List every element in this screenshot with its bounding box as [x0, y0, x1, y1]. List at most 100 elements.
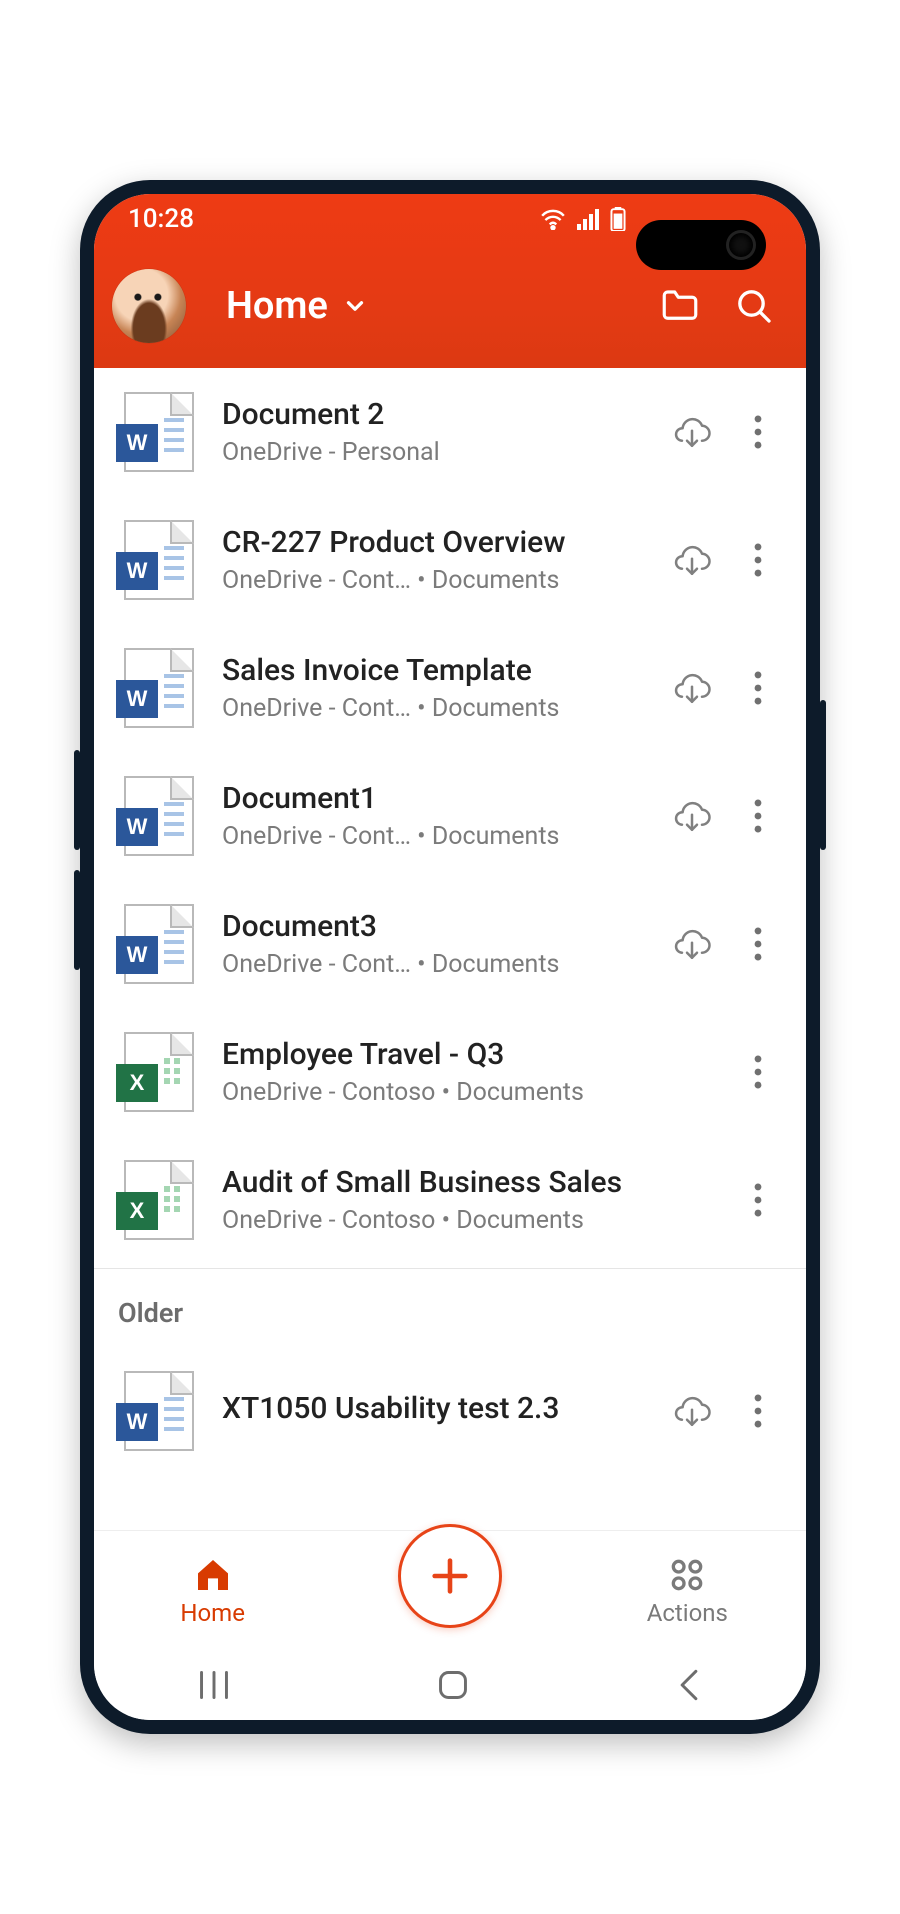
file-type-icon: X	[124, 1160, 194, 1240]
file-location: OneDrive - Cont… • Documents	[222, 694, 644, 723]
volume-up-button[interactable]	[74, 750, 80, 850]
older-files-list: W XT1050 Usability test 2.3	[94, 1347, 806, 1475]
chevron-down-icon	[342, 293, 368, 319]
file-text: Document1 OneDrive - Cont… • Documents	[222, 781, 644, 851]
file-item[interactable]: W XT1050 Usability test 2.3	[94, 1347, 806, 1475]
screen: 10:28 Home	[94, 194, 806, 1720]
file-name: Document1	[222, 781, 644, 816]
recents-icon	[197, 1670, 231, 1700]
excel-icon: X	[116, 1064, 158, 1102]
home-button[interactable]	[436, 1668, 470, 1702]
file-location: OneDrive - Cont… • Documents	[222, 566, 644, 595]
signal-icon	[576, 208, 600, 230]
file-location: OneDrive - Contoso • Documents	[222, 1206, 710, 1235]
file-name: Document 2	[222, 397, 644, 432]
camera-lens	[726, 230, 756, 260]
home-system-icon	[436, 1668, 470, 1702]
power-button[interactable]	[820, 700, 826, 850]
file-type-icon: W	[124, 776, 194, 856]
file-text: Document 2 OneDrive - Personal	[222, 397, 644, 467]
avatar[interactable]	[112, 269, 186, 343]
more-options-button[interactable]	[738, 1052, 778, 1092]
more-options-button[interactable]	[738, 924, 778, 964]
download-cloud-button[interactable]	[672, 412, 712, 452]
file-type-icon: W	[124, 520, 194, 600]
search-icon	[734, 286, 774, 326]
file-location: OneDrive - Cont… • Documents	[222, 822, 644, 851]
file-type-icon: W	[124, 1371, 194, 1451]
download-cloud-button[interactable]	[672, 668, 712, 708]
more-options-button[interactable]	[738, 1391, 778, 1431]
nav-actions[interactable]: Actions	[569, 1555, 806, 1627]
word-icon: W	[116, 936, 158, 974]
file-text: CR-227 Product Overview OneDrive - Cont… …	[222, 525, 644, 595]
file-item[interactable]: W CR-227 Product Overview OneDrive - Cont……	[94, 496, 806, 624]
file-name: Audit of Small Business Sales	[222, 1165, 710, 1200]
nav-home[interactable]: Home	[94, 1555, 331, 1627]
home-icon	[193, 1555, 233, 1595]
fab-create[interactable]	[398, 1524, 502, 1628]
word-icon: W	[116, 1403, 158, 1441]
search-button[interactable]	[732, 284, 776, 328]
file-name: CR-227 Product Overview	[222, 525, 644, 560]
plus-icon	[427, 1553, 473, 1599]
word-icon: W	[116, 808, 158, 846]
file-name: Sales Invoice Template	[222, 653, 644, 688]
download-cloud-button[interactable]	[672, 540, 712, 580]
file-type-icon: W	[124, 392, 194, 472]
status-time: 10:28	[128, 204, 194, 234]
download-cloud-button[interactable]	[672, 1391, 712, 1431]
file-location: OneDrive - Personal	[222, 438, 644, 467]
recents-button[interactable]	[197, 1670, 231, 1700]
file-text: Document3 OneDrive - Cont… • Documents	[222, 909, 644, 979]
file-text: Audit of Small Business Sales OneDrive - …	[222, 1165, 710, 1235]
actions-icon	[667, 1555, 707, 1595]
file-location: OneDrive - Cont… • Documents	[222, 950, 644, 979]
back-icon	[675, 1669, 703, 1701]
file-name: XT1050 Usability test 2.3	[222, 1391, 644, 1426]
file-name: Employee Travel - Q3	[222, 1037, 710, 1072]
content-area: W Document 2 OneDrive - Personal W CR-227 Pr…	[94, 368, 806, 1530]
header-title: Home	[226, 284, 328, 328]
more-options-button[interactable]	[738, 540, 778, 580]
word-icon: W	[116, 680, 158, 718]
word-icon: W	[116, 424, 158, 462]
download-cloud-button[interactable]	[672, 924, 712, 964]
nav-actions-label: Actions	[647, 1599, 728, 1627]
status-icons	[540, 207, 626, 231]
more-options-button[interactable]	[738, 796, 778, 836]
bottom-nav: Home Actions	[94, 1530, 806, 1650]
file-name: Document3	[222, 909, 644, 944]
word-icon: W	[116, 552, 158, 590]
header-title-dropdown[interactable]: Home	[226, 284, 638, 328]
system-nav-bar	[94, 1650, 806, 1720]
battery-icon	[610, 207, 626, 231]
recent-files-list: W Document 2 OneDrive - Personal W CR-227 Pr…	[94, 368, 806, 1264]
wifi-icon	[540, 208, 566, 230]
folder-button[interactable]	[658, 284, 702, 328]
camera-cutout	[636, 220, 766, 270]
file-item[interactable]: W Sales Invoice Template OneDrive - Cont… …	[94, 624, 806, 752]
section-older-label: Older	[94, 1268, 806, 1347]
file-text: XT1050 Usability test 2.3	[222, 1391, 644, 1432]
file-type-icon: W	[124, 648, 194, 728]
file-item[interactable]: W Document3 OneDrive - Cont… • Documents	[94, 880, 806, 1008]
file-item[interactable]: X Employee Travel - Q3 OneDrive - Contoso …	[94, 1008, 806, 1136]
file-text: Employee Travel - Q3 OneDrive - Contoso •…	[222, 1037, 710, 1107]
file-item[interactable]: W Document 2 OneDrive - Personal	[94, 368, 806, 496]
more-options-button[interactable]	[738, 1180, 778, 1220]
file-location: OneDrive - Contoso • Documents	[222, 1078, 710, 1107]
download-cloud-button[interactable]	[672, 796, 712, 836]
more-options-button[interactable]	[738, 412, 778, 452]
file-type-icon: X	[124, 1032, 194, 1112]
phone-frame: 10:28 Home	[80, 180, 820, 1734]
file-item[interactable]: X Audit of Small Business Sales OneDrive -…	[94, 1136, 806, 1264]
file-text: Sales Invoice Template OneDrive - Cont… •…	[222, 653, 644, 723]
nav-home-label: Home	[180, 1599, 245, 1627]
back-button[interactable]	[675, 1669, 703, 1701]
excel-icon: X	[116, 1192, 158, 1230]
more-options-button[interactable]	[738, 668, 778, 708]
file-type-icon: W	[124, 904, 194, 984]
file-item[interactable]: W Document1 OneDrive - Cont… • Documents	[94, 752, 806, 880]
volume-down-button[interactable]	[74, 870, 80, 970]
